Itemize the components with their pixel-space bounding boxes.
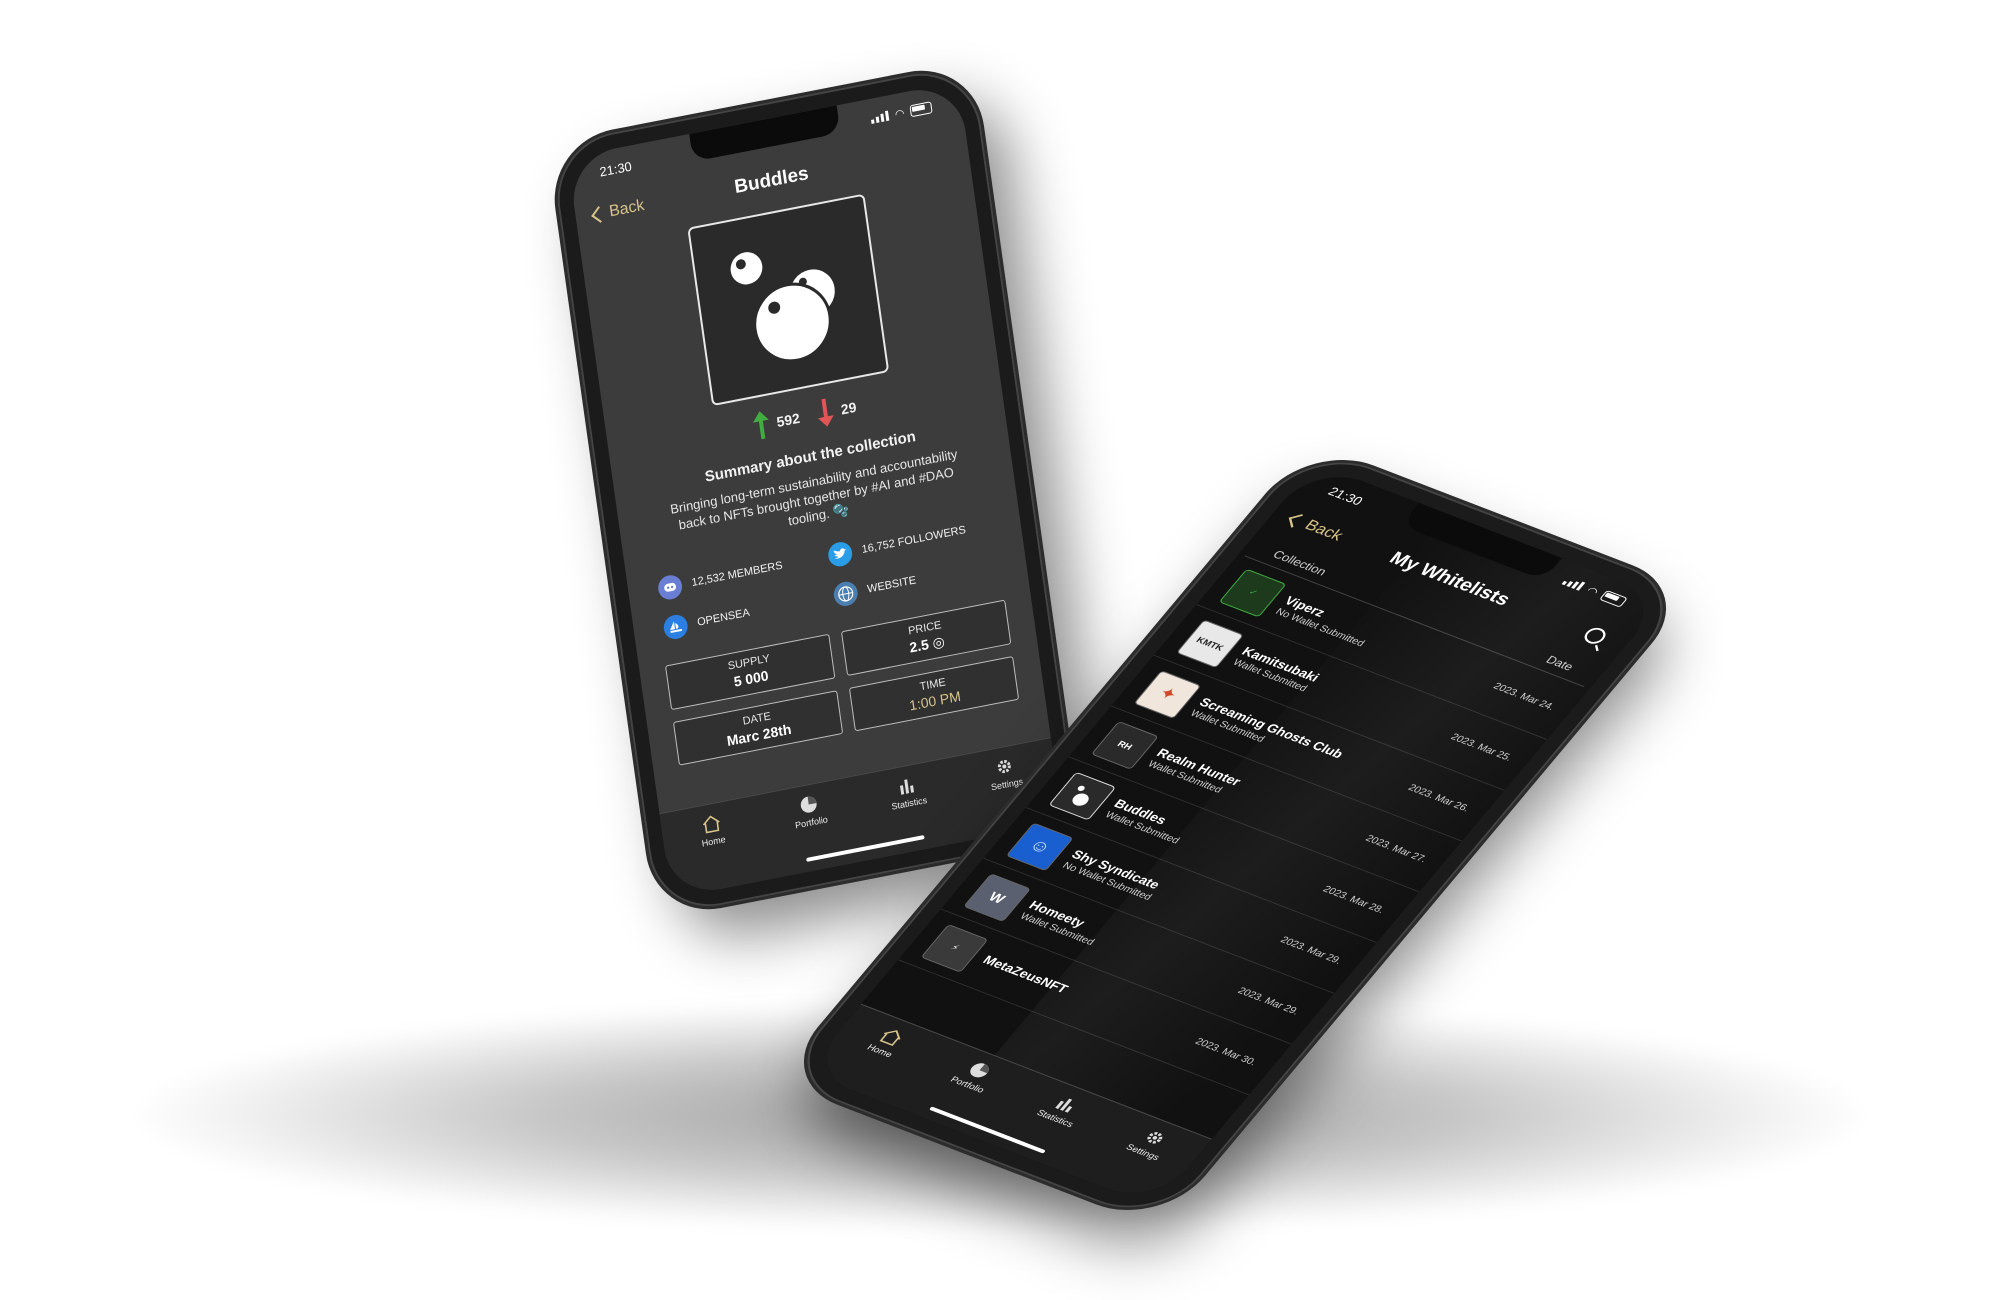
chevron-left-icon (1288, 514, 1305, 528)
item-date: 2023. Mar 27. (1362, 833, 1430, 865)
status-icons: ◠ (870, 101, 933, 126)
globe-icon (832, 579, 860, 609)
tab-home[interactable]: Home (680, 809, 749, 895)
gear-icon (1147, 1132, 1163, 1144)
opensea-label: OPENSEA (696, 606, 751, 629)
collection-detail-screen: 21:30 ◠ Back Buddles 592 29 Summary abou… (567, 81, 1063, 899)
back-button[interactable]: Back (1285, 512, 1346, 545)
item-date: 2023. Mar 28. (1320, 884, 1387, 916)
gear-icon (998, 759, 1012, 774)
arrow-up-icon (752, 411, 769, 440)
portfolio-pie-icon (801, 796, 817, 813)
upvote-count: 592 (775, 409, 801, 431)
downvote-count: 29 (839, 398, 858, 418)
downvote[interactable]: 29 (815, 393, 858, 428)
tab-label: Statistics (890, 794, 928, 812)
item-date: 2023. Mar 29. (1235, 985, 1302, 1018)
bubbles-logo-icon (730, 252, 838, 363)
discord-icon (656, 573, 684, 602)
status-time: 21:30 (598, 158, 633, 180)
back-button[interactable]: Back (591, 196, 646, 225)
page-title: Buddles (733, 162, 810, 199)
tab-label: Portfolio (794, 814, 829, 831)
twitter-followers: 16,752 FOLLOWERS (860, 523, 967, 557)
item-date: 2023. Mar 24. (1490, 681, 1557, 713)
tab-statistics[interactable]: Statistics (995, 1086, 1102, 1168)
phone-collection-detail: 21:30 ◠ Back Buddles 592 29 Summary abou… (549, 62, 1081, 918)
bar-chart-icon (899, 779, 914, 795)
signal-icon (871, 110, 890, 124)
item-date: 2023. Mar 26. (1405, 782, 1472, 815)
website-label: WEBSITE (866, 574, 917, 596)
back-label: Back (608, 196, 646, 221)
home-icon (702, 815, 720, 834)
portfolio-pie-icon (970, 1063, 989, 1078)
chevron-left-icon (591, 206, 608, 223)
tab-label: Settings (990, 776, 1024, 793)
tab-label: Home (701, 834, 727, 849)
search-icon[interactable] (1580, 625, 1610, 647)
home-icon (879, 1030, 901, 1047)
back-label: Back (1301, 517, 1347, 544)
signal-icon (1561, 576, 1586, 591)
item-date: 2023. Mar 25. (1448, 732, 1515, 764)
discord-members: 12,532 MEMBERS (690, 559, 784, 590)
item-date: 2023. Mar 29. (1277, 935, 1344, 967)
twitter-icon (826, 540, 854, 569)
item-date: 2023. Mar 30. (1192, 1036, 1259, 1068)
wifi-icon: ◠ (894, 107, 906, 121)
battery-icon (1599, 590, 1628, 608)
tab-home[interactable]: Home (819, 1018, 926, 1100)
bar-chart-icon (1055, 1098, 1073, 1113)
arrow-down-icon (817, 398, 834, 427)
upvote[interactable]: 592 (751, 404, 801, 441)
column-date: Date (1543, 652, 1577, 674)
collection-logo (687, 193, 890, 407)
tab-portfolio[interactable]: Portfolio (778, 790, 847, 876)
tab-settings[interactable]: Settings (1082, 1120, 1189, 1202)
battery-icon (909, 101, 933, 118)
opensea-icon (662, 612, 690, 642)
status-time: 21:30 (1325, 483, 1367, 508)
wifi-icon: ◠ (1583, 584, 1601, 598)
